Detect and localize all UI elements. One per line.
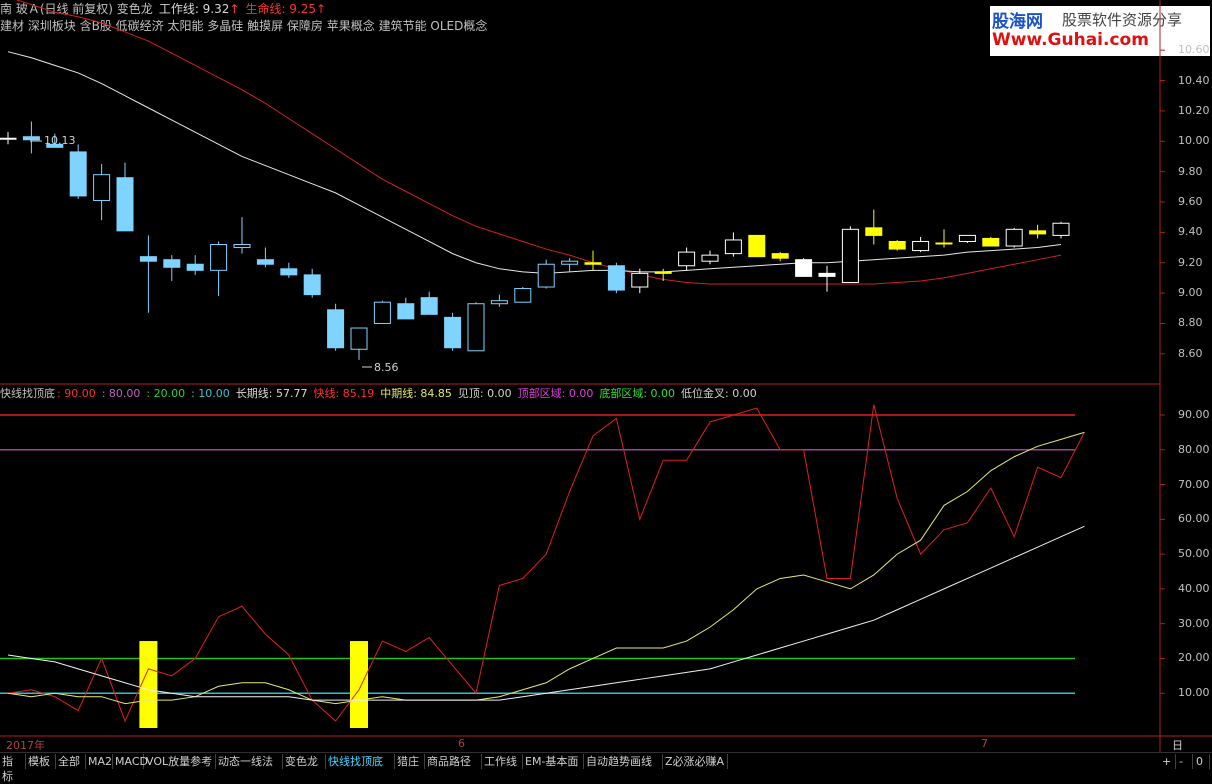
indicator-tick: 30.00: [1178, 616, 1210, 630]
tab-10[interactable]: 商品路径: [425, 754, 482, 769]
candle-body: [841, 228, 859, 283]
candle-body: [373, 301, 391, 324]
candle-body: [748, 234, 766, 258]
x-label-july: 7: [981, 737, 988, 750]
indicator-tick: 90.00: [1178, 408, 1210, 421]
tab-5[interactable]: VOL放量参考: [144, 754, 216, 769]
indicator-tick: 50.00: [1178, 547, 1210, 561]
price-tick: 10.40: [1178, 73, 1210, 87]
candle-body: [139, 256, 157, 262]
candle-body: [631, 272, 649, 288]
candle-body: [514, 288, 532, 303]
indicator-tick: 60.00: [1178, 512, 1210, 526]
candle-body: [186, 263, 204, 271]
price-tick: 10.20: [1178, 103, 1210, 117]
tab-3[interactable]: MA2: [86, 754, 113, 769]
candle-body: [350, 327, 368, 350]
candle-body: [22, 136, 40, 141]
indicator-tab-bar: 指标 模板 全部 MA2 MACD VOL放量参考 动态一线法 变色龙 快线找顶底 猎庄 商品路径工…: [0, 752, 1212, 783]
price-tick: 10.00: [1178, 134, 1210, 148]
zoom-zero-button[interactable]: 0: [1194, 754, 1210, 769]
candle-body: [584, 262, 602, 265]
tab-1[interactable]: 模板: [26, 754, 56, 769]
candle-body: [210, 244, 228, 271]
candle-body: [397, 303, 415, 320]
candle-body: [1052, 222, 1070, 236]
low-price-label: 8.56: [374, 361, 399, 374]
bottom-signal-bar: [350, 641, 368, 728]
chart-canvas[interactable]: [0, 0, 1212, 769]
candle-body: [865, 227, 883, 236]
candle-body: [303, 274, 321, 296]
candle-body: [958, 234, 976, 242]
indicator-yellow-line: [7, 431, 1085, 705]
tab-6[interactable]: 动态一线法: [216, 754, 283, 769]
indicator-tick: 70.00: [1178, 477, 1210, 491]
tab-12[interactable]: EM-基本面: [523, 754, 584, 769]
tab-14[interactable]: Z必涨必赚A: [663, 754, 728, 769]
candle-body: [93, 174, 111, 201]
candle-body: [0, 137, 17, 140]
candle-body: [420, 297, 438, 315]
high-price-label: 10.13: [44, 134, 76, 147]
candle-body: [327, 309, 345, 349]
candle-body: [912, 240, 930, 252]
work-line: [7, 51, 1062, 274]
price-tick: 9.80: [1178, 164, 1203, 178]
tab-2[interactable]: 全部: [56, 754, 86, 769]
price-tick: 10.60: [1178, 43, 1210, 57]
price-tick: 9.20: [1178, 255, 1203, 269]
indicator-red-line: [7, 404, 1085, 723]
candle-body: [654, 271, 672, 274]
price-tick: 8.60: [1178, 346, 1203, 360]
candle-body: [163, 259, 181, 268]
tab-11[interactable]: 工作线: [482, 754, 523, 769]
candle-body: [888, 240, 906, 250]
candlestick-panel: [0, 0, 1070, 368]
candle-body: [537, 263, 555, 288]
candle-body: [795, 259, 813, 277]
price-tick: 9.60: [1178, 195, 1203, 208]
zoom-minus-button[interactable]: -: [1177, 754, 1193, 769]
candle-body: [490, 300, 508, 305]
candle-body: [678, 251, 696, 267]
candle-body: [935, 242, 953, 245]
price-tick: 9.00: [1178, 286, 1203, 300]
indicator-tick: 40.00: [1178, 581, 1210, 595]
tab-9[interactable]: 猎庄: [395, 754, 425, 769]
zoom-plus-button[interactable]: +: [1160, 754, 1176, 769]
candle-body: [256, 259, 274, 265]
indicator-panel: [0, 404, 1085, 728]
indicator-tick: 20.00: [1178, 651, 1210, 665]
price-tick: 8.80: [1178, 316, 1203, 330]
chart-frame: [0, 0, 1212, 752]
x-label-year: 2017年: [6, 739, 45, 752]
candle-body: [982, 237, 1000, 247]
candle-body: [771, 253, 789, 259]
candle-body: [233, 244, 251, 249]
candle-body: [818, 272, 836, 277]
candle-body: [724, 239, 742, 255]
candle-body: [69, 151, 87, 197]
tab-7[interactable]: 变色龙: [283, 754, 326, 769]
candle-body: [444, 316, 462, 349]
indicator-tick: 80.00: [1178, 442, 1210, 456]
candle-body: [701, 254, 719, 262]
date-axis: 2017年 6 7 日线: [0, 736, 1183, 768]
candle-body: [280, 268, 298, 276]
indicator-tick: 10.00: [1178, 686, 1210, 700]
candle-body: [467, 303, 485, 352]
tab-0[interactable]: 指标: [0, 754, 26, 783]
bottom-signal-bar: [139, 641, 158, 728]
candle-body: [1005, 228, 1023, 247]
tab-4[interactable]: MACD: [113, 754, 148, 769]
candle-body: [116, 177, 134, 232]
tab-8[interactable]: 快线找顶底: [326, 754, 395, 769]
candle-body: [1029, 230, 1047, 235]
tab-13[interactable]: 自动趋势画线: [584, 754, 663, 769]
x-label-june: 6: [458, 737, 465, 750]
candle-body: [561, 260, 579, 265]
price-tick: 9.40: [1178, 225, 1203, 239]
candle-body: [607, 265, 625, 291]
